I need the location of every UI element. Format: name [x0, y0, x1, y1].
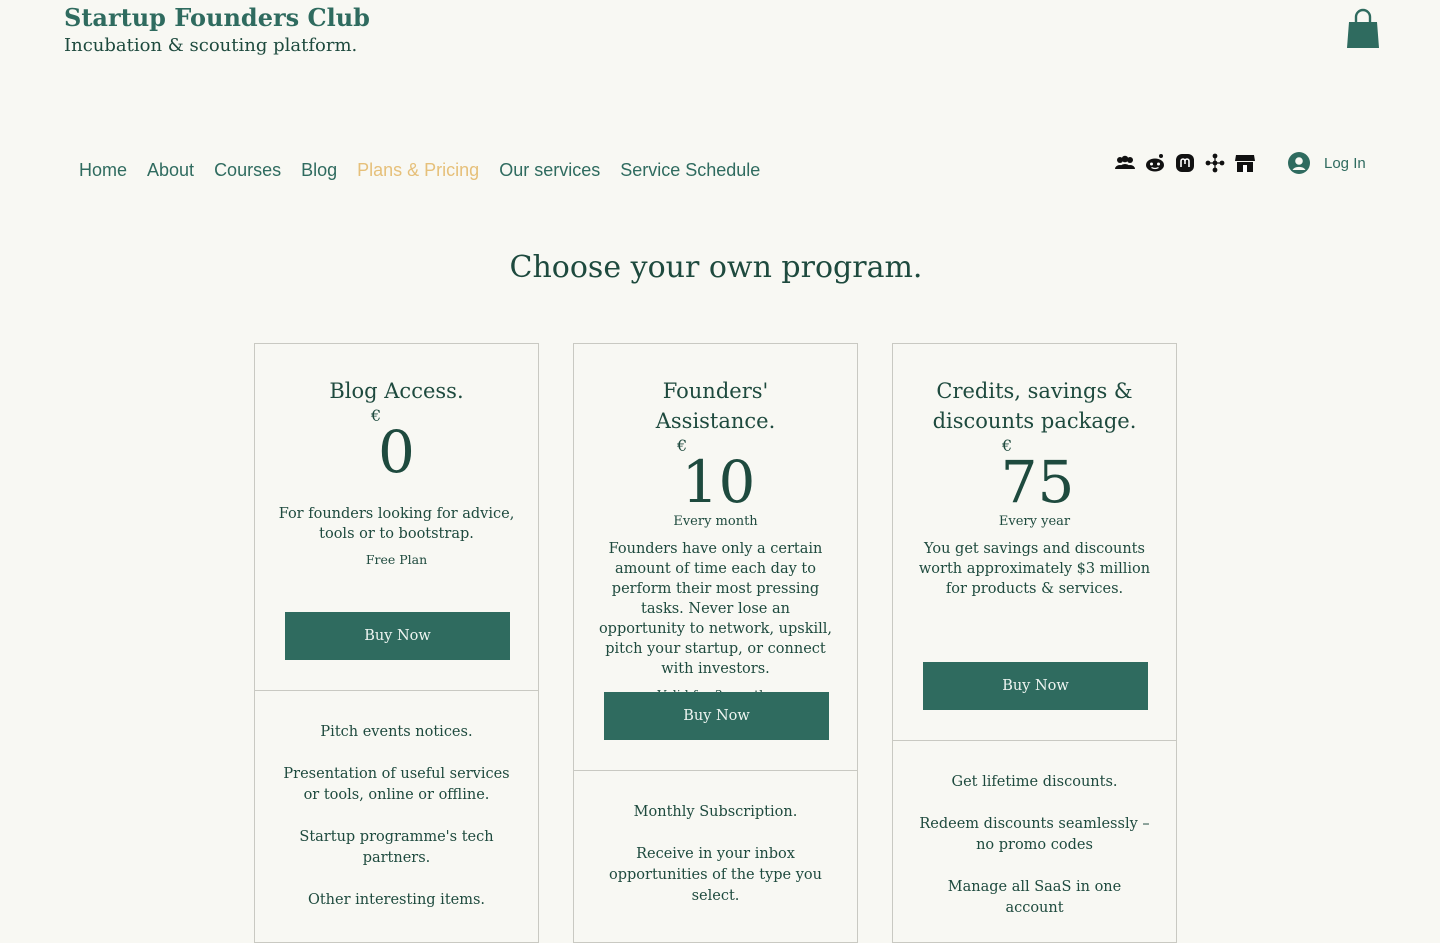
feature-item: Startup programme's tech partners. [299, 829, 494, 866]
feature-item: Pitch events notices. [320, 724, 473, 740]
plan-price: 75 [1000, 448, 1075, 516]
main-nav: Home About Courses Blog Plans & Pricing … [69, 156, 770, 184]
feature-item: Monthly Subscription. [633, 804, 798, 820]
plan-price: 0 [378, 418, 415, 486]
plan-features: Monthly Subscription. Receive in your in… [574, 802, 857, 928]
plan-name: Founders' Assistance. [655, 379, 776, 433]
user-avatar-icon [1288, 152, 1310, 174]
nav-about[interactable]: About [137, 156, 204, 184]
plan-features: Pitch events notices. Presentation of us… [255, 722, 538, 932]
plan-features: Get lifetime discounts. Redeem discounts… [893, 772, 1176, 940]
buy-now-button[interactable]: Buy Now [285, 612, 510, 660]
shopping-bag-icon[interactable] [1346, 8, 1380, 50]
nav-service-schedule[interactable]: Service Schedule [610, 156, 770, 184]
card-divider [893, 740, 1176, 741]
store-icon[interactable] [1234, 152, 1256, 174]
login-button[interactable]: Log In [1288, 152, 1366, 174]
network-icon[interactable] [1204, 152, 1226, 174]
feature-item: Receive in your inbox opportunities of t… [608, 846, 822, 904]
buy-now-button[interactable]: Buy Now [923, 662, 1148, 710]
plan-card-founders-assistance: Founders' Assistance. € 10 Every month F… [573, 343, 858, 943]
plan-description: You get savings and discounts worth appr… [918, 541, 1151, 597]
group-icon[interactable] [1114, 152, 1136, 174]
brand: Startup Founders Club Incubation & scout… [64, 4, 370, 58]
nav-plans-pricing[interactable]: Plans & Pricing [347, 156, 489, 184]
reddit-icon[interactable] [1144, 152, 1166, 174]
page-title: Choose your own program. [509, 250, 923, 285]
feature-item: Get lifetime discounts. [951, 774, 1118, 790]
feature-item: Manage all SaaS in one account [947, 879, 1122, 916]
mastodon-icon[interactable] [1174, 152, 1196, 174]
nav-home[interactable]: Home [69, 156, 137, 184]
buy-now-button[interactable]: Buy Now [604, 692, 829, 740]
plan-card-credits-savings: Credits, savings & discounts package. € … [892, 343, 1177, 943]
plan-name: Blog Access. [329, 379, 464, 403]
plan-name: Credits, savings & discounts package. [932, 379, 1137, 433]
nav-courses[interactable]: Courses [204, 156, 291, 184]
social-bar [1114, 152, 1256, 174]
plan-price: 10 [681, 448, 756, 516]
nav-our-services[interactable]: Our services [489, 156, 610, 184]
feature-item: Other interesting items. [307, 892, 486, 908]
feature-item: Presentation of useful services or tools… [283, 766, 510, 803]
site-tagline: Incubation & scouting platform. [64, 35, 358, 56]
plan-validity: Free Plan [365, 552, 428, 567]
login-label: Log In [1324, 154, 1366, 172]
plan-period: Every month [673, 514, 758, 529]
plan-description: For founders looking for advice, tools o… [278, 506, 515, 542]
feature-item: Redeem discounts seamlessly – no promo c… [919, 816, 1150, 853]
card-divider [574, 770, 857, 771]
site-title[interactable]: Startup Founders Club [64, 4, 370, 32]
card-divider [255, 690, 538, 691]
plan-description: Founders have only a certain amount of t… [598, 541, 833, 677]
plan-card-blog-access: Blog Access. € 0 For founders looking fo… [254, 343, 539, 943]
plan-period: Every year [998, 514, 1071, 529]
nav-blog[interactable]: Blog [291, 156, 347, 184]
